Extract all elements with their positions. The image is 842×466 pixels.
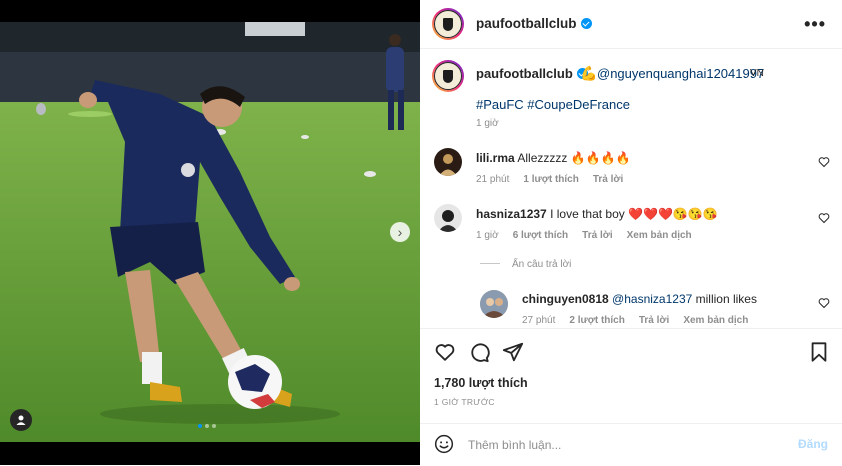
carousel-dot [205, 424, 209, 428]
comment-reply-button[interactable]: Trả lời [582, 230, 612, 241]
club-logo-icon [434, 10, 462, 38]
comment-meta: 21 phút 1 lượt thích Trả lời [476, 174, 637, 185]
next-photo-button[interactable]: › [390, 222, 410, 242]
divider [480, 263, 500, 264]
tagged-users-button[interactable] [10, 409, 32, 431]
comment-like-heart-icon[interactable] [818, 212, 830, 224]
bookmark-icon[interactable] [808, 341, 830, 363]
club-logo-icon [434, 62, 462, 90]
share-send-icon[interactable] [502, 341, 524, 363]
comment-avatar[interactable] [434, 204, 462, 232]
post-side-panel: paufootballclub ••• paufootballclub 💪 @n… [420, 0, 842, 465]
carousel-indicator [198, 424, 216, 428]
comment-likes[interactable]: 1 lượt thích [523, 174, 578, 185]
carousel-dot-active [198, 424, 202, 428]
caption-avatar[interactable] [432, 60, 464, 92]
comment-time[interactable]: 21 phút [476, 174, 509, 185]
likes-count[interactable]: 1,780 lượt thích [434, 376, 528, 390]
comment-username[interactable]: hasniza1237 [476, 207, 547, 221]
caption-username-text[interactable]: paufootballclub [476, 66, 573, 81]
post-comment-button[interactable]: Đăng [798, 437, 828, 451]
hide-replies-label[interactable]: Ẩn câu trả lời [512, 259, 571, 270]
more-options-button[interactable]: ••• [804, 14, 826, 35]
avatar-image [439, 154, 457, 176]
verified-badge-icon [580, 18, 592, 29]
hide-replies-button[interactable]: Ẩn câu trả lời [480, 259, 571, 270]
emoji-icon[interactable] [434, 434, 454, 454]
posted-time[interactable]: 1 GIỜ TRƯỚC [434, 397, 495, 407]
reply-meta: 27 phút 2 lượt thích Trả lời Xem bản dịch [522, 315, 762, 326]
comment-input[interactable] [466, 434, 770, 456]
header-username[interactable]: paufootballclub [476, 16, 592, 31]
add-comment-bar: Đăng [420, 423, 842, 466]
reply-likes[interactable]: 2 lượt thích [569, 315, 624, 326]
comment-time[interactable]: 1 giờ [476, 230, 499, 241]
post-media: › [0, 0, 420, 465]
avatar-image [480, 290, 508, 318]
comment-avatar[interactable] [434, 148, 462, 176]
chevron-right-icon: › [397, 224, 403, 240]
comment-translate-button[interactable]: Xem bản dịch [627, 230, 692, 241]
caption-username[interactable]: paufootballclub [476, 66, 588, 81]
reply-mention-link[interactable]: @hasniza1237 [612, 292, 692, 306]
reply-reply-button[interactable]: Trả lời [639, 315, 669, 326]
post-photo[interactable] [0, 22, 420, 442]
comment-body: I love that boy ❤️❤️❤️😘😘😘 [550, 207, 718, 221]
header-avatar[interactable] [432, 8, 464, 40]
caption-time[interactable]: 1 giờ [476, 118, 499, 129]
caption-country: VN [750, 68, 764, 79]
avatar-image [438, 210, 458, 232]
reply-time[interactable]: 27 phút [522, 315, 555, 326]
comment-username[interactable]: lili.rma [476, 151, 515, 165]
header-username-text[interactable]: paufootballclub [476, 16, 577, 31]
user-icon [16, 415, 26, 425]
comment-text: hasniza1237 I love that boy ❤️❤️❤️😘😘😘 [476, 207, 718, 221]
reply-translate-button[interactable]: Xem bản dịch [683, 315, 748, 326]
caption-mention-link[interactable]: @nguyenquanghai12041997 [597, 66, 764, 81]
comment-body: Allezzzzz 🔥🔥🔥🔥 [517, 151, 631, 165]
comment-reply-button[interactable]: Trả lời [593, 174, 623, 185]
comment-text: lili.rma Allezzzzz 🔥🔥🔥🔥 [476, 151, 630, 165]
reply-avatar[interactable] [480, 290, 508, 318]
carousel-dot [212, 424, 216, 428]
comment-like-heart-icon[interactable] [818, 156, 830, 168]
comment-meta: 1 giờ 6 lượt thích Trả lời Xem bản dịch [476, 230, 706, 241]
flexed-biceps-emoji: 💪 [580, 65, 598, 81]
reply-body: million likes [692, 292, 757, 306]
football-training-photo [0, 22, 420, 442]
comment-likes[interactable]: 6 lượt thích [513, 230, 568, 241]
caption-hashtags[interactable]: #PauFC #CoupeDeFrance [476, 97, 630, 112]
post-header: paufootballclub ••• [420, 0, 842, 49]
like-heart-icon[interactable] [434, 341, 456, 363]
reply-username[interactable]: chinguyen0818 [522, 292, 609, 306]
reply-text: chinguyen0818 @hasniza1237 million likes [522, 292, 757, 306]
post-actions-bar [420, 328, 842, 371]
reply-like-heart-icon[interactable] [818, 297, 830, 309]
comment-bubble-icon[interactable] [468, 341, 490, 363]
